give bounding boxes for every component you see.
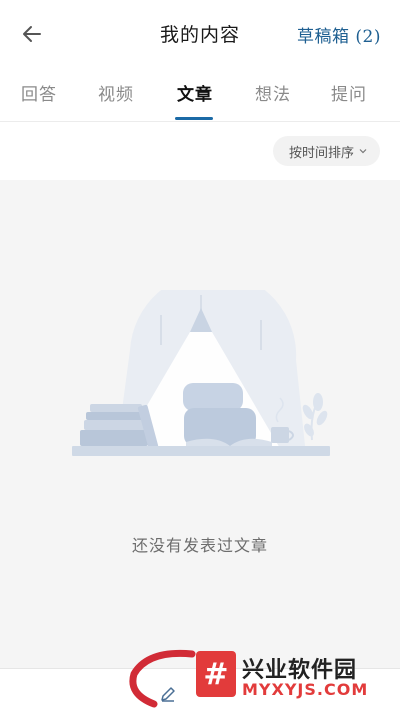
- tab-answers[interactable]: 回答: [21, 80, 57, 105]
- drafts-button[interactable]: 草稿箱 (2): [297, 22, 381, 47]
- edit-icon[interactable]: [160, 686, 176, 702]
- watermark-logo: #: [196, 651, 236, 697]
- tab-articles[interactable]: 文章: [177, 80, 213, 105]
- watermark-url: MYXYJS.COM: [242, 680, 369, 699]
- content-area: 还没有发表过文章: [0, 180, 400, 668]
- empty-state-message: 还没有发表过文章: [131, 536, 268, 555]
- active-tab-indicator: [175, 117, 213, 120]
- tab-ideas[interactable]: 想法: [255, 80, 291, 105]
- sort-bar: 按时间排序: [0, 122, 400, 180]
- empty-illustration: [72, 290, 330, 456]
- header: 我的内容 草稿箱 (2): [0, 0, 400, 64]
- sort-button[interactable]: 按时间排序: [272, 136, 380, 166]
- sort-label: 按时间排序: [288, 145, 354, 161]
- tab-questions[interactable]: 提问: [331, 80, 367, 105]
- tab-bar: 回答 视频 文章 想法 提问: [0, 70, 400, 122]
- tab-videos[interactable]: 视频: [98, 80, 134, 105]
- chevron-down-icon: [359, 149, 367, 154]
